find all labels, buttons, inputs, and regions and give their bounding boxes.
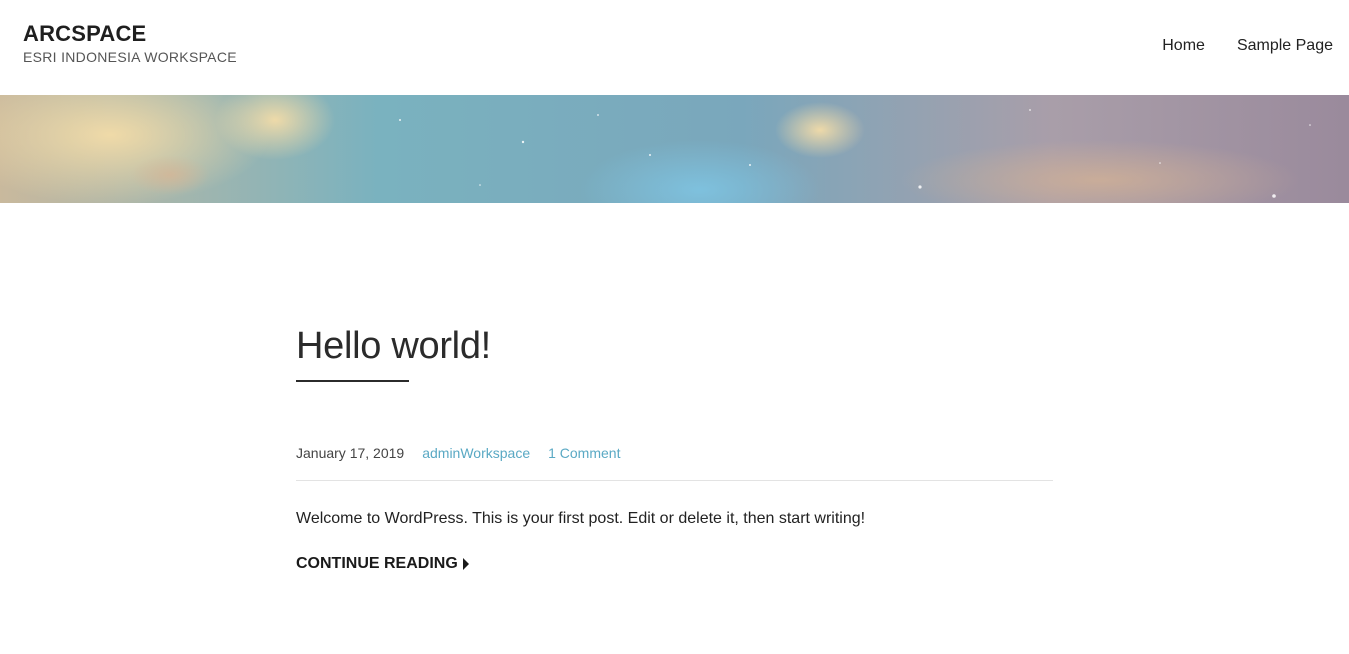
nav-item-home[interactable]: Home xyxy=(1162,37,1205,55)
site-description: ESRI INDONESIA WORKSPACE xyxy=(23,49,237,65)
primary-nav: Home Sample Page xyxy=(1162,37,1333,55)
continue-reading-label: CONTINUE READING xyxy=(296,555,458,572)
site-header: ARCSPACE ESRI INDONESIA WORKSPACE Home S… xyxy=(0,0,1349,95)
post-excerpt: Welcome to WordPress. This is your first… xyxy=(296,510,866,527)
caret-right-icon xyxy=(462,558,469,570)
site-branding: ARCSPACE ESRI INDONESIA WORKSPACE xyxy=(23,22,237,66)
continue-reading-link[interactable]: CONTINUE READING xyxy=(296,555,469,573)
meta-divider xyxy=(296,480,1053,481)
post-comments-link[interactable]: 1 Comment xyxy=(548,445,620,461)
nav-item-sample-page[interactable]: Sample Page xyxy=(1237,37,1333,55)
title-underline xyxy=(296,380,409,382)
post-date[interactable]: January 17, 2019 xyxy=(296,445,404,461)
header-banner-image xyxy=(0,95,1349,203)
post-author-link[interactable]: adminWorkspace xyxy=(422,445,530,461)
site-title[interactable]: ARCSPACE xyxy=(23,22,237,46)
nebula-image xyxy=(0,95,1311,203)
post-meta: January 17, 2019 adminWorkspace 1 Commen… xyxy=(296,445,1053,461)
post-entry: Hello world! January 17, 2019 adminWorks… xyxy=(296,320,1053,573)
post-title[interactable]: Hello world! xyxy=(296,320,1053,372)
